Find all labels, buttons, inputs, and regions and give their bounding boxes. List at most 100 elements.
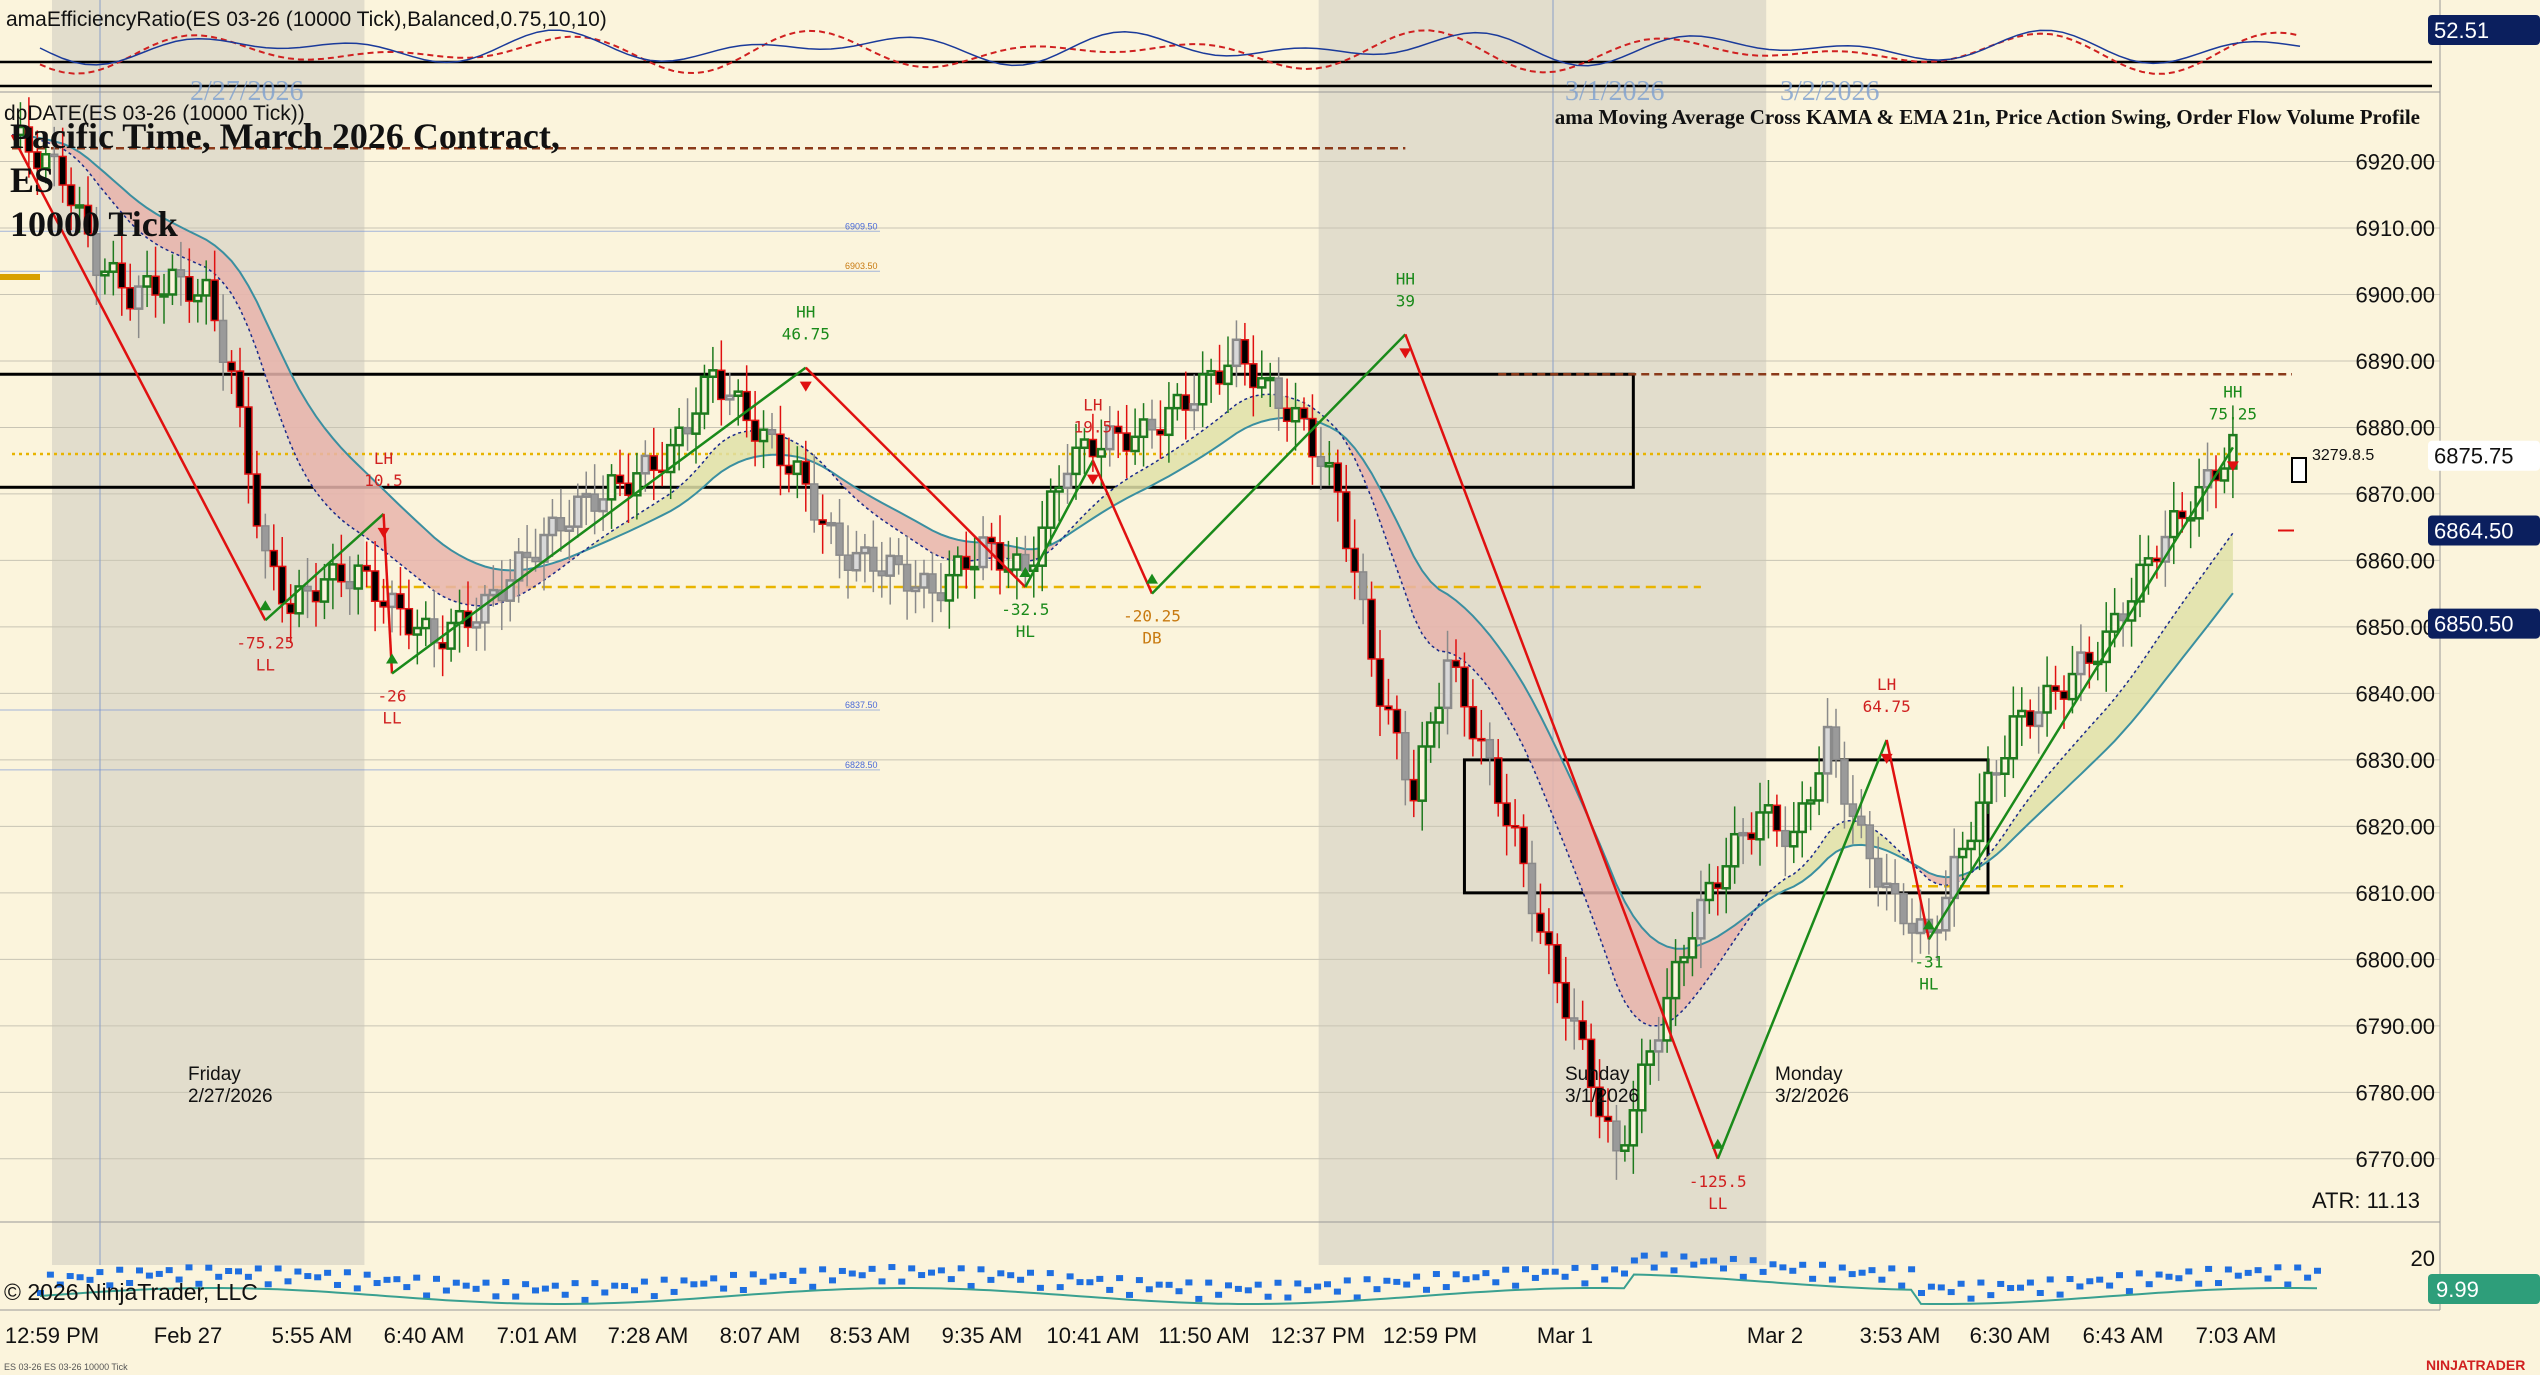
candle-down [683,426,692,435]
price-tick-label: 6920.00 [2355,149,2435,174]
volume-dot [2155,1271,2163,1278]
candle-up [353,564,363,590]
volume-dot [1749,1257,1757,1264]
candle-down [776,433,785,467]
volume-dot [1423,1286,1430,1293]
price-axis: 6920.00 6910.00 6900.00 6890.00 6880.00 6870.… [2355,0,2540,1310]
candle-down [1367,598,1376,660]
candle-down [624,482,633,497]
swing-type-label: HH [796,303,815,322]
volume-dot [997,1270,1005,1277]
candle-down [1392,708,1402,734]
volume-dot [393,1276,401,1283]
candle-up [1628,1109,1639,1147]
volume-dot [1086,1279,1094,1286]
candle-up [1434,706,1444,724]
candle-up [826,521,836,527]
profile-level-label: 6909.50 [845,221,878,231]
candle-up [1983,771,1993,804]
price-tick-label: 6870.00 [2355,482,2435,507]
volume-dot [2135,1270,2143,1277]
volume-dot [987,1276,995,1283]
candle-up [2143,557,2154,567]
candle-down [438,642,447,650]
volume-dot [136,1267,143,1274]
time-tick-label: 6:43 AM [2083,1323,2164,1348]
candle-down [1316,455,1326,468]
volume-dot [1205,1279,1213,1286]
volume-dot [145,1272,153,1279]
indicator-main-line [39,29,2301,67]
volume-dot [2125,1288,2133,1295]
volume-dot [334,1281,341,1288]
volume-dot [1522,1266,1529,1273]
volume-dot [878,1278,886,1285]
volume-dot [2234,1272,2242,1279]
candle-down [1477,737,1486,742]
candle-up [691,412,701,435]
session-day-label: Sunday [1565,1064,1630,1085]
time-tick-label: 9:35 AM [942,1323,1023,1348]
candle-up [319,578,330,603]
candle-down [311,590,321,603]
candle-up [2033,711,2044,728]
swing-arrow [1086,474,1099,485]
candle-down [936,592,946,602]
volume-dot [1234,1285,1242,1292]
volume-dot [2017,1284,2024,1291]
candle-up [2169,510,2179,539]
candle-down [1890,882,1900,895]
volume-dot [1819,1261,1826,1268]
swing-value-label: 19.5 [1074,418,1113,437]
volume-dot [1987,1292,1995,1299]
session-shading [52,0,1767,1265]
volume-dot [502,1279,510,1286]
volume-dot [1432,1271,1440,1278]
volume-dot [947,1276,955,1283]
volume-dot [1383,1277,1391,1284]
volume-dot [2076,1283,2084,1290]
volume-value-marker: 9.99 [2436,1277,2479,1302]
cloud-segment-3 [822,463,1060,562]
candle-up [564,525,575,533]
cloud-segment-8 [1971,533,2233,874]
volume-dot [700,1280,708,1287]
price-tick-label: 6860.00 [2355,548,2435,573]
volume-dot [2224,1266,2232,1273]
swing-arrow [1146,573,1158,584]
volume-dot [2116,1272,2123,1279]
candle-up [598,498,608,513]
volume-dot [373,1280,381,1287]
candle-down [556,517,566,532]
candle-up [328,563,338,581]
session-day-label: Friday [188,1064,241,1085]
candle-up [758,428,769,443]
candle-down [1113,425,1123,434]
candle-up [919,572,929,589]
volume-dot [304,1273,312,1280]
chart-canvas[interactable]: 2/27/2026 3/1/2026 3/2/2026 6909.50 6903.50… [0,0,2540,1375]
candle-up [1231,338,1242,368]
volume-dot [2254,1267,2262,1274]
candle-up [792,460,803,476]
volume-dot [433,1275,440,1282]
volume-dot [611,1282,619,1289]
volume-dot [1106,1286,1114,1293]
volume-dot [116,1266,124,1273]
candle-down [1240,339,1250,365]
volume-dot [1601,1276,1609,1283]
swing-type-label: LH [374,449,393,468]
candle-up [2042,684,2052,714]
volume-dot [1472,1274,1480,1281]
volume-dot [2284,1281,2292,1288]
swing-arrow [799,381,812,392]
volume-dot [1076,1279,1084,1286]
candle-up [1738,831,1748,837]
candle-up [885,554,895,577]
price-tick-label: 6880.00 [2355,415,2435,440]
volume-dot [165,1267,173,1274]
candle-down [185,276,194,302]
swing-type-label: -31 [1914,952,1943,971]
candle-up [1670,960,1681,1000]
candle-up [1071,446,1081,476]
